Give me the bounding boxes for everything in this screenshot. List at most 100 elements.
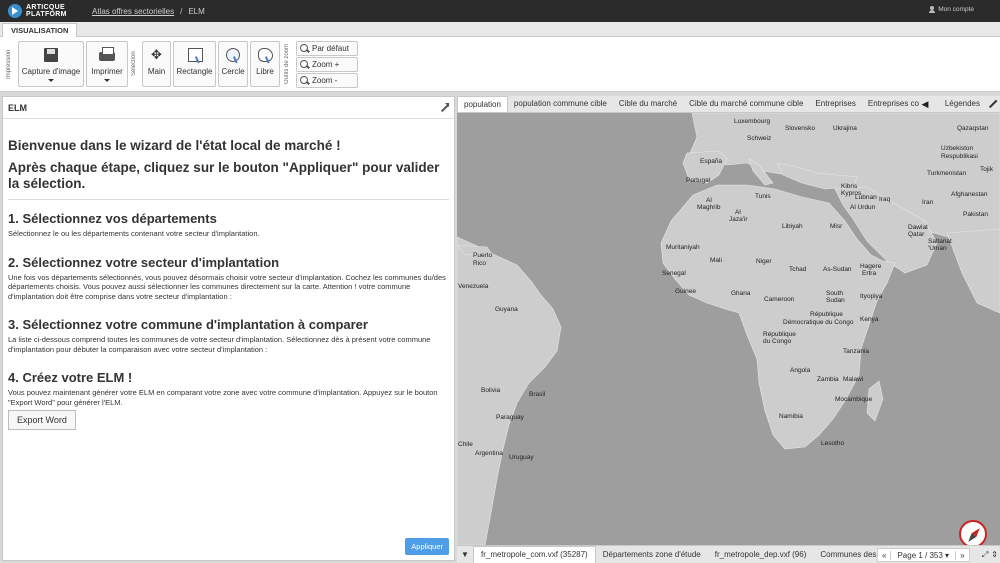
tab-population[interactable]: population bbox=[457, 96, 508, 112]
top-bar: ARTICQUE PLATFORM Atlas offres sectoriel… bbox=[0, 0, 1000, 22]
scroll-icon[interactable]: ⇕ bbox=[991, 550, 998, 560]
map-label: Paraguay bbox=[496, 414, 524, 421]
pager-prev-button[interactable]: « bbox=[878, 551, 890, 560]
rectangle-label: Rectangle bbox=[176, 67, 213, 76]
map-label: Rico bbox=[473, 260, 487, 267]
map-label: 'Uman bbox=[928, 245, 947, 252]
tab-entreprises-co[interactable]: Entreprises co bbox=[862, 96, 925, 112]
step3-title: 3. Sélectionnez votre commune d'implanta… bbox=[8, 317, 368, 332]
print-label: Imprimer bbox=[91, 67, 123, 76]
tab-population-commune-cible[interactable]: population commune cible bbox=[508, 96, 613, 112]
capture-image-label: Capture d'image bbox=[21, 67, 81, 76]
zoom-default-button[interactable]: Par défaut bbox=[296, 41, 358, 56]
layer-tab-communes[interactable]: Communes des bbox=[813, 547, 883, 563]
tab-cible-marche-commune-cible[interactable]: Cible du marché commune cible bbox=[683, 96, 809, 112]
map-label: Mocambique bbox=[835, 396, 873, 403]
tab-cible-du-marche[interactable]: Cible du marché bbox=[613, 96, 683, 112]
group-label-selection: Sélection bbox=[131, 51, 137, 77]
articque-logo[interactable]: ARTICQUE PLATFORM bbox=[8, 4, 80, 18]
zoom-out-icon bbox=[300, 76, 309, 85]
step1-title: 1. Sélectionnez vos départements bbox=[8, 211, 217, 226]
zoom-out-label: Zoom - bbox=[312, 76, 338, 85]
group-label-zoom: Outils de zoom bbox=[284, 43, 290, 85]
tab-visualisation[interactable]: VISUALISATION bbox=[2, 23, 78, 37]
export-word-button[interactable]: Export Word bbox=[8, 410, 76, 430]
map-label: Ertra bbox=[862, 270, 877, 277]
chevron-down-icon[interactable]: ▼ bbox=[457, 550, 473, 559]
map-expand-icon[interactable] bbox=[988, 99, 997, 108]
map-label: Kibris bbox=[841, 183, 858, 190]
logo-line2: PLATFORM bbox=[26, 11, 67, 18]
compass-icon[interactable] bbox=[959, 520, 987, 548]
capture-image-button[interactable]: Capture d'image bbox=[18, 41, 84, 87]
map-label: Qatar bbox=[908, 231, 925, 238]
map-label: Tojik bbox=[980, 166, 994, 173]
breadcrumb-separator: / bbox=[180, 6, 183, 16]
map-label: Muritaniyah bbox=[666, 244, 700, 251]
group-label-impression: Impression bbox=[6, 49, 12, 79]
account-label: Mon compte bbox=[938, 6, 974, 13]
map-label: Al Urdun bbox=[850, 204, 876, 211]
circle-select-button[interactable]: Cercle bbox=[218, 41, 248, 87]
printer-icon bbox=[97, 46, 117, 64]
breadcrumb-atlas[interactable]: Atlas offres sectorielles bbox=[92, 7, 174, 16]
pager-select[interactable]: Page 1 / 353 ▾ bbox=[890, 550, 957, 560]
hand-tool-button[interactable]: ✥ Main bbox=[142, 41, 171, 87]
layer-tab-bar: ▼ fr_metropole_com.vxf (35287) Départeme… bbox=[457, 545, 1000, 563]
tab-legendes[interactable]: Légendes bbox=[938, 96, 986, 112]
move-icon: ✥ bbox=[151, 47, 162, 62]
layer-tab-fr-metropole-dep[interactable]: fr_metropole_dep.vxf (96) bbox=[708, 547, 814, 563]
print-button[interactable]: Imprimer bbox=[86, 41, 128, 87]
map-label: Brasil bbox=[529, 391, 546, 398]
map-label: Venezuela bbox=[458, 283, 489, 290]
account-menu[interactable]: Mon compte bbox=[929, 6, 974, 13]
map-label: Dawlat bbox=[908, 224, 928, 231]
map-label: Turkmenistan bbox=[927, 170, 967, 177]
wizard-instructions: Après chaque étape, cliquez sur le bouto… bbox=[8, 160, 440, 191]
elm-wizard-panel: ELM Bienvenue dans le wizard de l'état l… bbox=[2, 96, 455, 561]
layer-tab-departements-zone[interactable]: Départements zone d'étude bbox=[596, 547, 708, 563]
map-label: Misr bbox=[830, 223, 843, 230]
map-label: Uzbekiston bbox=[941, 145, 974, 152]
circle-select-icon bbox=[223, 46, 243, 64]
map-label: Slovensko bbox=[785, 125, 815, 132]
lasso-select-icon bbox=[255, 46, 275, 64]
free-select-button[interactable]: Libre bbox=[250, 41, 280, 87]
map-label: Guyana bbox=[495, 306, 518, 313]
map-label: du Congo bbox=[763, 338, 792, 345]
map-label: Chile bbox=[458, 441, 473, 448]
pager-next-button[interactable]: » bbox=[956, 551, 968, 560]
map-label: Sudan bbox=[826, 297, 845, 304]
expand-icon[interactable]: ⤢ bbox=[982, 550, 988, 560]
map-label: Maghrib bbox=[697, 204, 721, 211]
hand-tool-label: Main bbox=[147, 67, 166, 76]
expand-icon[interactable] bbox=[440, 103, 449, 112]
chevron-down-icon bbox=[104, 79, 110, 82]
zoom-in-icon bbox=[300, 60, 309, 69]
map-label: Namibia bbox=[779, 413, 803, 420]
map-label: Argentina bbox=[475, 450, 503, 457]
wizard-content: Bienvenue dans le wizard de l'état local… bbox=[3, 138, 454, 430]
logo-line1: ARTICQUE bbox=[26, 4, 65, 11]
map-label: Mali bbox=[710, 257, 722, 264]
map-canvas[interactable]: Luxembourg Slovensko Ukrajina Qazaqstan … bbox=[457, 113, 1000, 545]
save-disk-icon bbox=[41, 46, 61, 64]
zoom-out-button[interactable]: Zoom - bbox=[296, 73, 358, 88]
map-label: Tchad bbox=[789, 266, 807, 273]
map-label: Lesotho bbox=[821, 440, 845, 447]
map-label: As-Sudan bbox=[823, 266, 852, 273]
map-tab-bar: population population commune cible Cibl… bbox=[457, 96, 1000, 113]
map-label: Kenya bbox=[860, 316, 879, 323]
tab-entreprises[interactable]: Entreprises bbox=[809, 96, 861, 112]
zoom-in-button[interactable]: Zoom + bbox=[296, 57, 358, 72]
map-label: République bbox=[810, 311, 843, 318]
layer-tab-fr-metropole-com[interactable]: fr_metropole_com.vxf (35287) bbox=[473, 546, 596, 563]
step1-text: Sélectionnez le ou les départements cont… bbox=[8, 229, 260, 238]
map-label: Puerto bbox=[473, 252, 493, 259]
tab-scroll-left-icon[interactable]: ◀ bbox=[920, 96, 930, 112]
zoom-tools: Par défaut Zoom + Zoom - bbox=[296, 41, 358, 88]
wizard-welcome: Bienvenue dans le wizard de l'état local… bbox=[8, 138, 341, 153]
rectangle-select-button[interactable]: Rectangle bbox=[173, 41, 216, 87]
apply-button[interactable]: Appliquer bbox=[405, 538, 449, 555]
map-label: Hagere bbox=[860, 263, 882, 270]
